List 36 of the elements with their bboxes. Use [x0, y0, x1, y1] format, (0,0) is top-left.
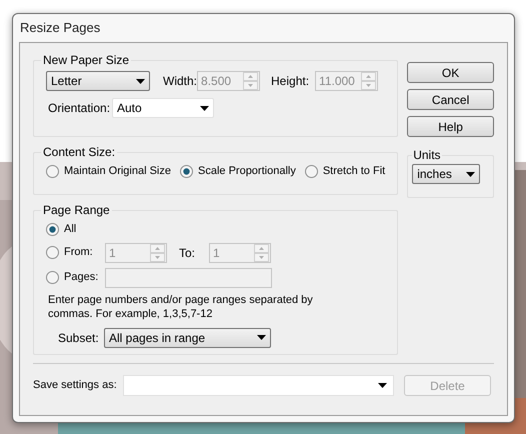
caret-icon — [257, 335, 266, 340]
field-label: Width: — [163, 73, 198, 90]
radio-label[interactable]: From: — [64, 244, 93, 261]
dialog-button[interactable]: OK — [407, 62, 494, 83]
group-title: Content Size: — [42, 144, 116, 161]
radio-button[interactable] — [46, 164, 59, 178]
orientation-dropdown[interactable]: Auto — [112, 98, 214, 118]
radio-label[interactable]: Pages: — [64, 269, 98, 286]
subset-dropdown[interactable]: All pages in range — [104, 328, 271, 348]
radio-label[interactable]: All — [64, 221, 76, 238]
field-label: Orientation: — [48, 100, 112, 117]
dialog-button[interactable]: Help — [407, 116, 494, 137]
caret-icon — [136, 78, 145, 84]
field-label: Save settings as: — [33, 378, 118, 394]
caret-icon — [466, 172, 476, 176]
radio-label[interactable]: Stretch to Fit — [322, 163, 386, 180]
window-title: Resize Pages — [20, 19, 100, 38]
radio-button[interactable] — [304, 164, 318, 178]
caret-icon — [378, 383, 387, 388]
radio-button[interactable] — [46, 271, 59, 284]
caret-icon — [200, 106, 209, 110]
group-title: Units — [412, 147, 442, 164]
paper-size-dropdown[interactable]: Letter — [46, 71, 150, 91]
hint-text: Enter page numbers and/or page ranges separated by commas. For example, 1,3,5,7-12 — [48, 292, 314, 320]
field-label: Subset: — [58, 330, 100, 346]
group-title: New Paper Size — [42, 52, 130, 69]
radio-label[interactable]: Maintain Original Size — [64, 163, 171, 180]
radio-button[interactable] — [180, 164, 193, 178]
units-dropdown[interactable]: inches — [412, 164, 480, 184]
radio-button[interactable] — [46, 246, 59, 259]
field-label: To: — [179, 244, 196, 262]
radio-label[interactable]: Scale Proportionally — [198, 163, 296, 180]
group-title: Page Range — [42, 202, 111, 219]
dialog-button[interactable]: Cancel — [407, 89, 494, 110]
field-label: Height: — [271, 73, 310, 90]
radio-button[interactable] — [46, 222, 59, 236]
